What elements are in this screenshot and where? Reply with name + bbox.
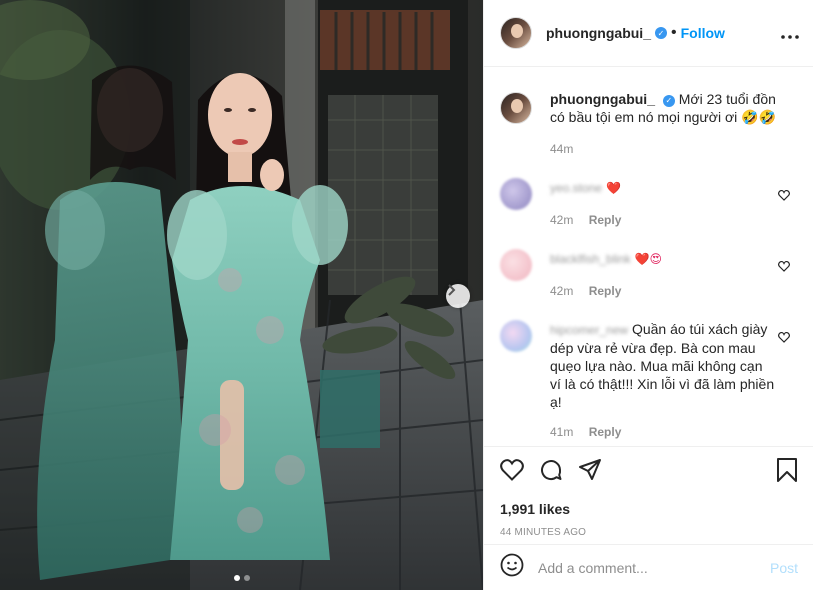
comment-item: blacklfish_blink ❤️😍 42m Reply	[484, 249, 813, 300]
comment-time: 41m	[550, 425, 574, 439]
comment-meta: 41m Reply	[550, 423, 776, 441]
comment-icon[interactable]	[539, 458, 563, 487]
add-comment-input[interactable]	[538, 559, 758, 576]
caption-meta: 44m	[550, 140, 790, 158]
caption-avatar[interactable]	[500, 92, 532, 124]
caption-username[interactable]: phuongngabui_	[550, 91, 655, 107]
add-comment-bar: Post	[484, 544, 813, 590]
comment-meta: 42m Reply	[550, 211, 790, 229]
photo-illustration	[0, 0, 483, 590]
commenter-avatar[interactable]	[500, 320, 532, 352]
caption-time: 44m	[550, 142, 574, 156]
caption-body: phuongngabui_ ✓ Mới 23 tuổi đồn có bầu t…	[550, 90, 790, 158]
chevron-right-icon	[448, 284, 456, 296]
post-header: phuongngabui_ ✓ • Follow	[484, 0, 813, 67]
commenter-username[interactable]: hipcomer_new	[550, 321, 628, 339]
post-actions: 1,991 likes 44 MINUTES AGO	[484, 446, 813, 538]
commenter-username[interactable]: yeo.stone	[550, 179, 602, 197]
comments-list[interactable]: phuongngabui_ ✓ Mới 23 tuổi đồn có bầu t…	[484, 68, 813, 445]
comment-text: ❤️😍	[634, 252, 663, 266]
comment-body: yeo.stone ❤️ 42m Reply	[550, 178, 790, 229]
commenter-username[interactable]: blacklfish_blink	[550, 250, 631, 268]
post-comment-button[interactable]: Post	[770, 560, 798, 576]
bookmark-icon[interactable]	[776, 457, 798, 487]
likes-count[interactable]: 1,991 likes	[500, 501, 798, 517]
post-timestamp[interactable]: 44 MINUTES AGO	[500, 527, 798, 538]
verified-badge-icon: ✓	[662, 95, 675, 107]
reply-button[interactable]: Reply	[589, 425, 622, 439]
reply-button[interactable]: Reply	[589, 284, 622, 298]
share-icon[interactable]	[578, 458, 602, 487]
like-comment-heart-icon[interactable]	[778, 188, 790, 206]
post-details-panel: phuongngabui_ ✓ • Follow phuongngabui_ ✓…	[483, 0, 813, 590]
post-modal: phuongngabui_ ✓ • Follow phuongngabui_ ✓…	[0, 0, 813, 590]
commenter-avatar[interactable]	[500, 178, 532, 210]
more-options-icon	[781, 35, 799, 39]
action-icons	[500, 457, 798, 487]
follow-button[interactable]: Follow	[681, 25, 725, 41]
reply-button[interactable]: Reply	[589, 213, 622, 227]
more-icon[interactable]	[781, 24, 799, 42]
comment-meta: 42m Reply	[550, 282, 790, 300]
like-comment-heart-icon[interactable]	[778, 259, 790, 277]
author-avatar[interactable]	[500, 17, 532, 49]
comment-body: hipcomer_new Quần áo túi xách giày dép v…	[550, 320, 776, 441]
verified-badge-icon: ✓	[654, 27, 667, 39]
carousel-next-button[interactable]	[446, 284, 470, 308]
emoji-icon[interactable]	[500, 553, 524, 582]
comment-text: ❤️	[605, 181, 621, 195]
comment-time: 42m	[550, 284, 574, 298]
heart-icon[interactable]	[500, 458, 524, 486]
commenter-avatar[interactable]	[500, 249, 532, 281]
like-comment-heart-icon[interactable]	[778, 330, 790, 348]
comment-time: 42m	[550, 213, 574, 227]
carousel-dot	[243, 575, 250, 581]
comment-item: hipcomer_new Quần áo túi xách giày dép v…	[484, 320, 813, 441]
carousel-dot-active	[233, 575, 240, 581]
post-image	[0, 0, 483, 590]
header-separator: •	[670, 24, 677, 41]
carousel-indicator	[0, 575, 483, 581]
author-username[interactable]: phuongngabui_	[546, 25, 651, 41]
comment-body: blacklfish_blink ❤️😍 42m Reply	[550, 249, 790, 300]
comment-item: yeo.stone ❤️ 42m Reply	[484, 178, 813, 229]
post-caption: phuongngabui_ ✓ Mới 23 tuổi đồn có bầu t…	[484, 68, 813, 158]
